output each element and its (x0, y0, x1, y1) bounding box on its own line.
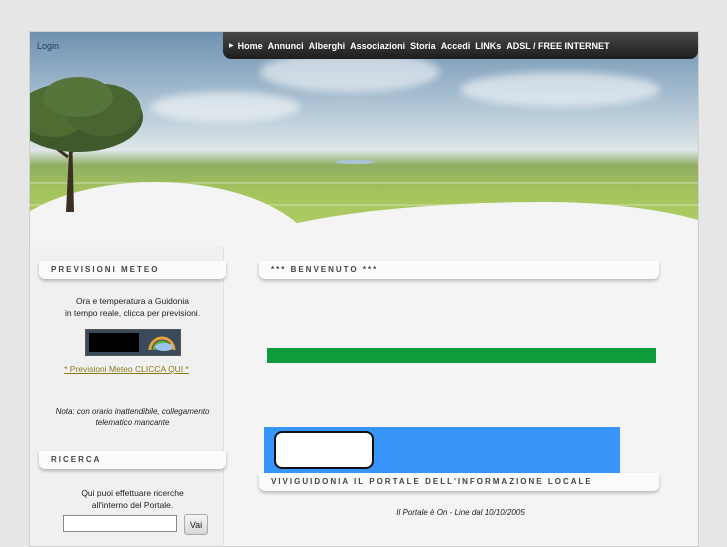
search-button[interactable]: Vai (184, 514, 208, 535)
weather-text-line2: in tempo reale, clicca per previsioni. (64, 308, 201, 318)
weather-box-title: PREVISIONI METEO (39, 261, 226, 279)
nav-accedi[interactable]: Accedi (441, 41, 471, 51)
nav-alberghi[interactable]: Alberghi (309, 41, 346, 51)
lake (335, 160, 375, 164)
search-input[interactable] (63, 515, 177, 532)
green-banner (267, 348, 656, 363)
weather-widget[interactable] (85, 329, 181, 356)
nav-home[interactable]: Home (238, 41, 263, 51)
weather-display (89, 333, 139, 352)
cloud (460, 72, 660, 107)
nav-adsl[interactable]: ADSL / FREE INTERNET (506, 41, 609, 51)
banner-white-panel (274, 431, 374, 469)
weather-note: Nota: con orario inattendibile, collegam… (55, 407, 210, 427)
page-frame: Login ▶ Home Annunci Alberghi Associazio… (29, 31, 699, 547)
online-since-note: Il Portale è On - Line dal 10/10/2005 (396, 508, 525, 517)
top-navbar: ▶ Home Annunci Alberghi Associazioni Sto… (223, 32, 698, 59)
portal-title: VIVIGUIDONIA IL PORTALE DELL'INFORMAZION… (259, 473, 659, 491)
weather-text-line1: Ora e temperatura a Guidonia (76, 296, 189, 306)
search-box-title: RICERCA (39, 451, 226, 469)
cloud (150, 92, 300, 122)
blue-banner (264, 427, 620, 473)
nav-links[interactable]: LINKs (475, 41, 501, 51)
login-link[interactable]: Login (37, 41, 59, 51)
weather-forecast-link[interactable]: * Previsioni Meteo CLICCA QUI * (30, 364, 223, 374)
welcome-title: *** BENVENUTO *** (259, 261, 659, 279)
search-text-line2: all'interno del Portale. (91, 500, 174, 510)
weather-icon (148, 336, 176, 351)
nav-annunci[interactable]: Annunci (268, 41, 304, 51)
nav-arrow-icon: ▶ (229, 43, 234, 49)
search-text-line1: Qui puoi effettuare ricerche (81, 488, 184, 498)
tree-icon (30, 77, 143, 212)
nav-associazioni[interactable]: Associazioni (350, 41, 405, 51)
nav-storia[interactable]: Storia (410, 41, 436, 51)
header-banner: Login ▶ Home Annunci Alberghi Associazio… (30, 32, 698, 247)
